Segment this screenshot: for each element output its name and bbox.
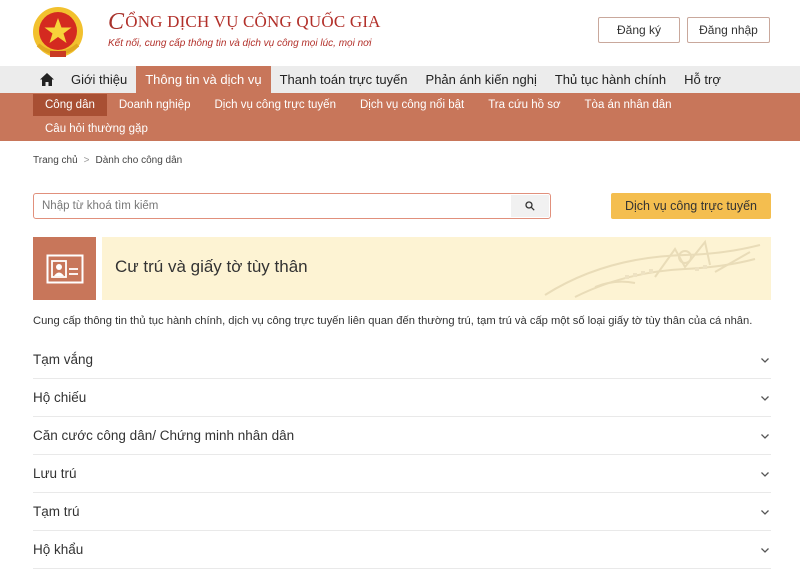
sub-nav: Công dân Doanh nghiệp Dịch vụ công trực … (0, 93, 800, 141)
search-button[interactable] (511, 195, 549, 217)
subnav-item-tra-cuu-ho-so[interactable]: Tra cứu hồ sơ (476, 94, 572, 116)
chevron-down-icon[interactable] (759, 506, 771, 518)
search-bar (33, 193, 551, 219)
register-button[interactable]: Đăng ký (598, 17, 680, 43)
main-nav: Giới thiệu Thông tin và dịch vụ Thanh to… (0, 66, 800, 93)
breadcrumb-home-link[interactable]: Trang chủ (33, 155, 78, 166)
topic-title: Cư trú và giấy tờ tùy thân (115, 257, 308, 276)
search-input[interactable] (34, 194, 511, 218)
online-service-button[interactable]: Dịch vụ công trực tuyến (611, 193, 771, 219)
chevron-down-icon[interactable] (759, 354, 771, 366)
accordion-item-tam-vang[interactable]: Tạm vắng (33, 341, 771, 379)
accordion-item-ho-khau[interactable]: Hộ khẩu (33, 531, 771, 569)
accordion-item-label: Hộ chiếu (33, 390, 87, 405)
subnav-item-toa-an-nhan-dan[interactable]: Tòa án nhân dân (573, 94, 684, 116)
search-icon (525, 201, 535, 211)
subnav-item-doanh-nghiep[interactable]: Doanh nghiệp (107, 94, 203, 116)
breadcrumb-separator: > (83, 155, 90, 166)
brand[interactable]: C ỔNG DỊCH VỤ CÔNG QUỐC GIA Kết nối, cun… (108, 9, 381, 49)
site-title-text: ỔNG DỊCH VỤ CÔNG QUỐC GIA (125, 12, 381, 31)
breadcrumb-current: Dành cho công dân (95, 155, 183, 166)
topic-banner: Cư trú và giấy tờ tùy thân (102, 237, 771, 300)
subnav-item-dich-vu-cong-truc-tuyen[interactable]: Dịch vụ công trực tuyến (203, 94, 348, 116)
national-emblem-icon[interactable] (30, 5, 86, 61)
login-button[interactable]: Đăng nhập (687, 17, 770, 43)
site-title: C ỔNG DỊCH VỤ CÔNG QUỐC GIA (108, 9, 381, 35)
site-slogan: Kết nối, cung cấp thông tin và dịch vụ c… (108, 38, 372, 49)
accordion-item-luu-tru[interactable]: Lưu trú (33, 455, 771, 493)
chevron-down-icon[interactable] (759, 544, 771, 556)
decorative-bird-pattern-icon (544, 239, 761, 298)
topic-description: Cung cấp thông tin thủ tục hành chính, d… (33, 315, 753, 327)
home-icon[interactable] (32, 66, 62, 93)
subnav-item-dich-vu-cong-noi-bat[interactable]: Dịch vụ công nổi bật (348, 94, 476, 116)
subnav-item-cau-hoi-thuong-gap[interactable]: Câu hỏi thường gặp (33, 118, 160, 140)
accordion-item-label: Tạm vắng (33, 352, 94, 367)
accordion-item-ho-chieu[interactable]: Hộ chiếu (33, 379, 771, 417)
id-card-icon (46, 254, 83, 283)
accordion-item-label: Tạm trú (33, 504, 80, 519)
accordion-item-label: Lưu trú (33, 466, 77, 481)
nav-item-thu-tuc-hanh-chinh[interactable]: Thủ tục hành chính (546, 66, 675, 93)
accordion-item-can-cuoc-cong-dan[interactable]: Căn cước công dân/ Chứng minh nhân dân (33, 417, 771, 455)
nav-item-thong-tin-va-dich-vu[interactable]: Thông tin và dịch vụ (136, 66, 271, 93)
nav-item-thanh-toan-truc-tuyen[interactable]: Thanh toán trực tuyến (271, 66, 417, 93)
chevron-down-icon[interactable] (759, 430, 771, 442)
accordion-item-label: Căn cước công dân/ Chứng minh nhân dân (33, 428, 295, 443)
accordion-item-label: Hộ khẩu (33, 542, 84, 557)
site-title-initial: C (108, 9, 125, 35)
accordion-item-tam-tru[interactable]: Tạm trú (33, 493, 771, 531)
chevron-down-icon[interactable] (759, 468, 771, 480)
site-header: C ỔNG DỊCH VỤ CÔNG QUỐC GIA Kết nối, cun… (0, 0, 800, 66)
nav-item-gioi-thieu[interactable]: Giới thiệu (62, 66, 136, 93)
nav-item-ho-tro[interactable]: Hỗ trợ (675, 66, 730, 93)
topic-accordion: Tạm vắng Hộ chiếu Căn cước công dân/ Chứ… (33, 341, 771, 569)
breadcrumb: Trang chủ > Dành cho công dân (33, 155, 182, 166)
nav-item-phan-anh-kien-nghi[interactable]: Phản ánh kiến nghị (417, 66, 546, 93)
topic-icon-box (33, 237, 96, 300)
chevron-down-icon[interactable] (759, 392, 771, 404)
subnav-item-cong-dan[interactable]: Công dân (33, 94, 107, 116)
